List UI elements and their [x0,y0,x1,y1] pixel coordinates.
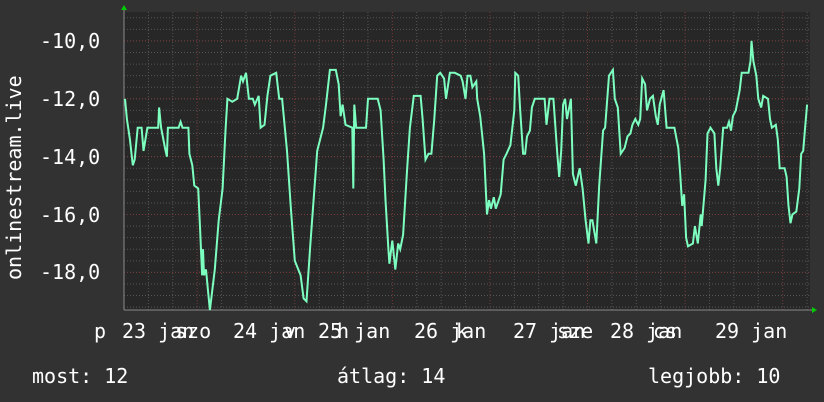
x-weekday-label: h [337,319,350,343]
y-axis-label: onlinestream.live [2,75,26,280]
x-axis-arrow-icon [812,307,817,313]
x-weekday-label: p [94,319,107,343]
x-weekday-label: v [284,319,297,343]
legend-average: átlag: 14 [337,364,446,388]
y-tick-label: -14,0 [40,144,101,169]
x-weekday-label: cs [653,319,678,343]
y-tick-label: -10,0 [40,28,101,53]
y-tick-label: -16,0 [40,202,101,227]
y-axis-arrow-icon [121,5,127,10]
x-tick-label: 26 jan [414,319,487,343]
legend-current: most: 12 [32,364,129,388]
x-tick-label: 25 jan [318,319,391,343]
x-weekday-label: k [456,319,469,343]
x-weekday-label: szo [175,319,212,343]
x-weekday-label: sze [557,319,594,343]
chart: onlinestream.live -10,0 -12,0 -14,0 -16,0 -1… [0,0,824,402]
y-tick-label: -18,0 [40,260,101,285]
y-tick-label: -12,0 [40,86,101,111]
x-tick-label: 29 jan [715,319,788,343]
legend-max: legjobb: 10 [648,364,781,388]
